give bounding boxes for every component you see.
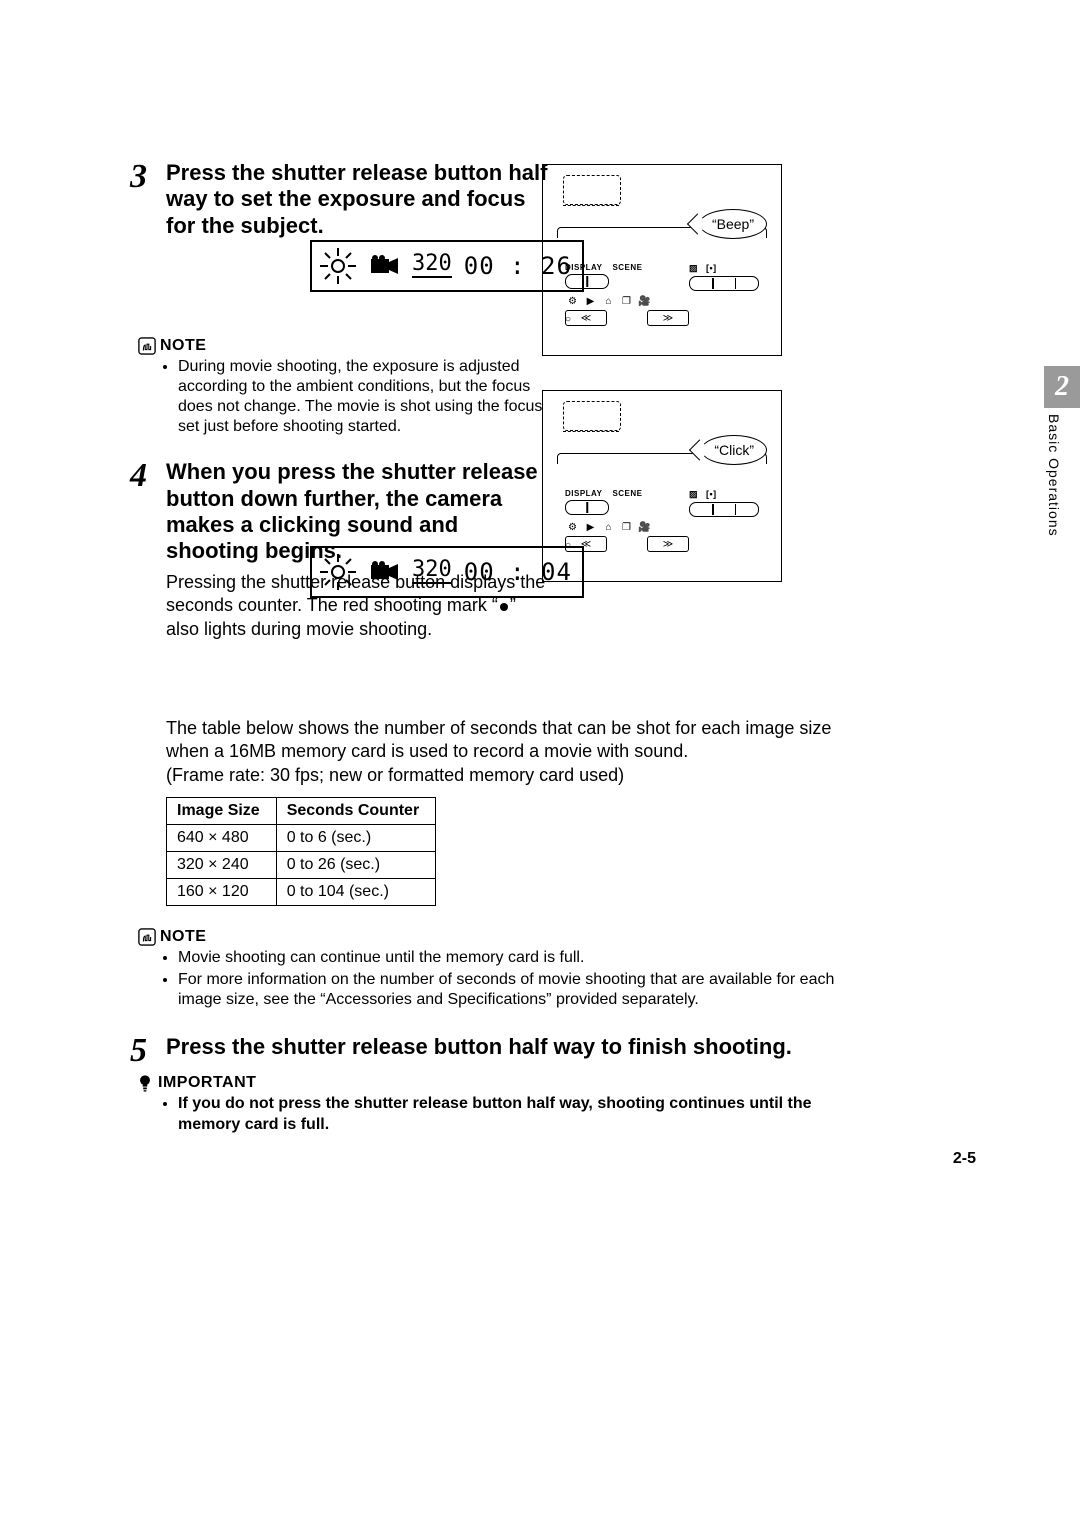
step-title: When you press the shutter release butto… <box>166 459 556 565</box>
step-title: Press the shutter release button half wa… <box>166 160 556 239</box>
manual-page: 2 Basic Operations “Beep” DISPLAY SCENE <box>0 0 1080 1526</box>
table-row: 160 × 120 0 to 104 (sec.) <box>167 879 436 906</box>
note-list: During movie shooting, the exposure is a… <box>162 357 558 437</box>
chapter-title: Basic Operations <box>1046 414 1062 537</box>
table-cell: 160 × 120 <box>167 879 277 906</box>
step-title: Press the shutter release button half wa… <box>166 1034 792 1060</box>
table-intro-line2: (Frame rate: 30 fps; new or formatted me… <box>166 764 846 787</box>
note-item: During movie shooting, the exposure is a… <box>178 357 558 437</box>
important-item: If you do not press the shutter release … <box>178 1094 850 1136</box>
note-hand-icon <box>138 337 156 355</box>
note-label-text: NOTE <box>160 337 206 355</box>
table-intro-line1: The table below shows the number of seco… <box>166 717 846 764</box>
important-list: If you do not press the shutter release … <box>162 1094 850 1136</box>
table-row: 320 × 240 0 to 26 (sec.) <box>167 852 436 879</box>
note-hand-icon <box>138 928 156 946</box>
step4-body: Pressing the shutter release button disp… <box>166 571 546 641</box>
table-header: Image Size <box>167 798 277 825</box>
important-block: IMPORTANT If you do not press the shutte… <box>138 1074 850 1136</box>
note-item: For more information on the number of se… <box>178 970 850 1010</box>
step-number: 4 <box>130 459 166 493</box>
step-number: 5 <box>130 1034 166 1068</box>
note-label-text: NOTE <box>160 928 206 946</box>
table-cell: 320 × 240 <box>167 852 277 879</box>
recording-time-table: Image Size Seconds Counter 640 × 480 0 t… <box>166 797 436 906</box>
note-block-step4: NOTE Movie shooting can continue until t… <box>138 928 850 1010</box>
body-text-part1: Pressing the shutter release button disp… <box>166 572 545 615</box>
page-number: 2-5 <box>953 1150 976 1168</box>
table-cell: 0 to 26 (sec.) <box>276 852 435 879</box>
table-header-row: Image Size Seconds Counter <box>167 798 436 825</box>
table-cell: 640 × 480 <box>167 825 277 852</box>
table-intro: The table below shows the number of seco… <box>166 717 846 787</box>
table-row: 640 × 480 0 to 6 (sec.) <box>167 825 436 852</box>
chapter-number: 2 <box>1055 371 1069 403</box>
note-block-step3: NOTE During movie shooting, the exposure… <box>138 337 850 437</box>
table-header: Seconds Counter <box>276 798 435 825</box>
body-column: 3 Press the shutter release button half … <box>130 160 850 1136</box>
table-cell: 0 to 6 (sec.) <box>276 825 435 852</box>
note-item: Movie shooting can continue until the me… <box>178 948 850 968</box>
step-3: 3 Press the shutter release button half … <box>130 160 850 239</box>
important-label-text: IMPORTANT <box>158 1074 256 1092</box>
record-dot-icon <box>500 603 508 611</box>
step-5: 5 Press the shutter release button half … <box>130 1034 850 1068</box>
important-bulb-icon <box>138 1074 152 1092</box>
chapter-tab: 2 <box>1044 366 1080 408</box>
table-cell: 0 to 104 (sec.) <box>276 879 435 906</box>
step-4: 4 When you press the shutter release but… <box>130 459 850 565</box>
note-list: Movie shooting can continue until the me… <box>162 948 850 1010</box>
step-number: 3 <box>130 160 166 194</box>
